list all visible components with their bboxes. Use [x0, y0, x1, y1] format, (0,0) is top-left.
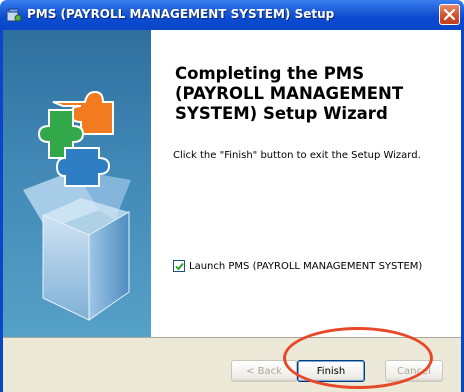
puzzle-box-illustration [23, 90, 131, 321]
finish-instruction: Click the "Finish" button to exit the Se… [173, 150, 421, 161]
button-bar: < Back Finish Cancel [3, 337, 461, 392]
cancel-button[interactable]: Cancel [385, 360, 443, 382]
close-icon [444, 9, 455, 20]
launch-checkbox-label[interactable]: Launch PMS (PAYROLL MANAGEMENT SYSTEM) [189, 261, 422, 272]
back-button[interactable]: < Back [231, 360, 297, 382]
launch-option[interactable]: Launch PMS (PAYROLL MANAGEMENT SYSTEM) [173, 259, 422, 273]
wizard-banner [3, 30, 151, 337]
installer-icon [6, 7, 22, 23]
wizard-content: Completing the PMS (PAYROLL MANAGEMENT S… [151, 30, 461, 337]
finish-button[interactable]: Finish [297, 360, 365, 382]
window-title: PMS (PAYROLL MANAGEMENT SYSTEM) Setup [27, 7, 335, 21]
checkmark-icon [175, 262, 184, 271]
close-button[interactable] [439, 4, 460, 25]
wizard-heading: Completing the PMS (PAYROLL MANAGEMENT S… [175, 64, 404, 123]
title-bar[interactable]: PMS (PAYROLL MANAGEMENT SYSTEM) Setup [0, 0, 464, 30]
launch-checkbox[interactable] [173, 260, 185, 272]
